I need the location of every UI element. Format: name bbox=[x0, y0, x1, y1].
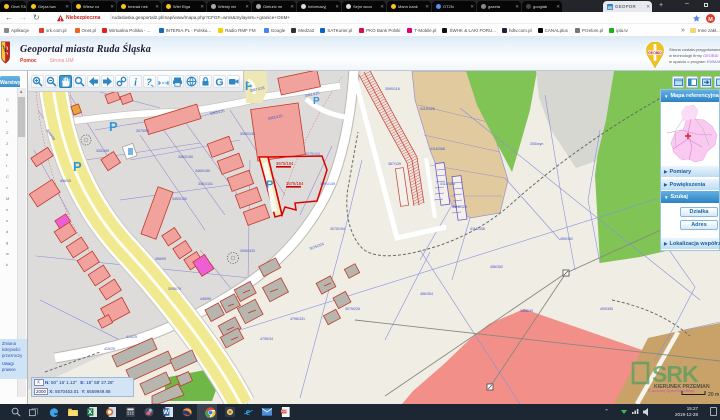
svg-text:3675/154: 3675/154 bbox=[276, 161, 294, 166]
svg-text:456/35: 456/35 bbox=[60, 179, 71, 183]
svg-text:3095/79: 3095/79 bbox=[168, 287, 181, 291]
svg-text:398/99: 398/99 bbox=[155, 257, 166, 261]
svg-text:3458/39: 3458/39 bbox=[520, 309, 533, 313]
svg-text:3463/150: 3463/150 bbox=[178, 155, 193, 159]
svg-text:445/99: 445/99 bbox=[200, 297, 211, 301]
svg-text:P: P bbox=[109, 119, 118, 134]
svg-text:20 m: 20 m bbox=[708, 392, 719, 398]
svg-text:4796/331: 4796/331 bbox=[290, 317, 305, 321]
svg-text:i: i bbox=[134, 78, 137, 88]
svg-text:P: P bbox=[266, 179, 273, 191]
svg-text:3050/333: 3050/333 bbox=[240, 249, 255, 253]
svg-text:4795/34: 4795/34 bbox=[260, 337, 273, 341]
svg-text:3080/135: 3080/135 bbox=[240, 132, 255, 136]
svg-text:409/355: 409/355 bbox=[600, 307, 613, 311]
svg-text:456/354: 456/354 bbox=[420, 292, 433, 296]
svg-text:P: P bbox=[73, 159, 82, 174]
svg-text:459/352: 459/352 bbox=[560, 237, 573, 241]
svg-text:205/wyn: 205/wyn bbox=[530, 142, 543, 146]
svg-text:3075/194: 3075/194 bbox=[330, 227, 345, 231]
svg-text:4116/338: 4116/338 bbox=[470, 227, 485, 231]
svg-text:387/139: 387/139 bbox=[388, 162, 401, 166]
svg-text:413/25: 413/25 bbox=[126, 335, 137, 339]
svg-text:4115/358: 4115/358 bbox=[440, 182, 455, 186]
svg-text:X: X bbox=[88, 409, 93, 416]
svg-text:P: P bbox=[313, 96, 320, 107]
svg-text:3675/154: 3675/154 bbox=[286, 181, 304, 186]
svg-text:415/25: 415/25 bbox=[104, 347, 115, 351]
svg-text:G: G bbox=[215, 76, 223, 87]
svg-text:4116/328: 4116/328 bbox=[452, 205, 467, 209]
svg-text:3461/151: 3461/151 bbox=[198, 182, 213, 186]
svg-text:4116/358: 4116/358 bbox=[430, 147, 445, 151]
svg-text:GEOBID: GEOBID bbox=[648, 51, 662, 55]
svg-text:PDF: PDF bbox=[281, 410, 287, 414]
svg-text:4115/328: 4115/328 bbox=[420, 107, 435, 111]
svg-text:3090/116: 3090/116 bbox=[385, 87, 400, 91]
svg-text:456/352: 456/352 bbox=[490, 265, 503, 269]
svg-text:3075/134: 3075/134 bbox=[305, 152, 320, 156]
svg-text:3075/99: 3075/99 bbox=[136, 129, 149, 133]
svg-text:3091/139: 3091/139 bbox=[320, 182, 335, 186]
svg-text:W: W bbox=[163, 409, 169, 416]
svg-text:3075/226: 3075/226 bbox=[345, 307, 360, 311]
svg-text:© autorzy OpenStreetMap: © autorzy OpenStreetMap bbox=[648, 388, 695, 393]
svg-text:3465/150: 3465/150 bbox=[195, 169, 210, 173]
svg-text:3051/99: 3051/99 bbox=[96, 149, 109, 153]
svg-text:3453/150: 3453/150 bbox=[172, 197, 187, 201]
